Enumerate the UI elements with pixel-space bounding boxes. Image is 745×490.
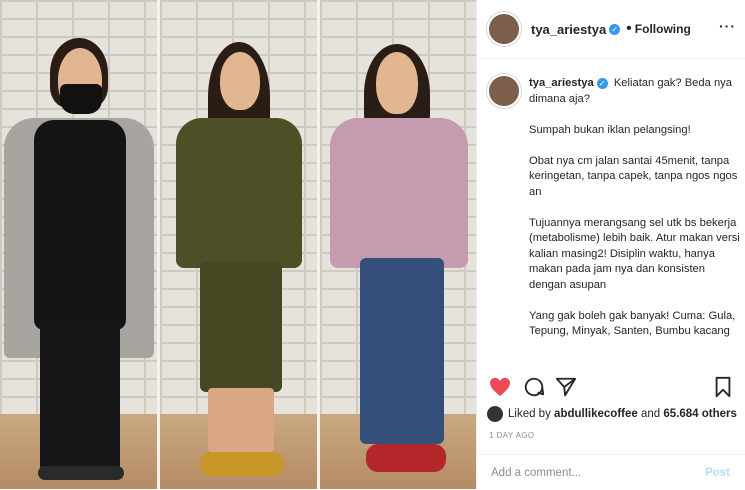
calves — [208, 388, 274, 452]
post-comment-button[interactable]: Post — [705, 467, 730, 479]
verified-badge-icon: ✓ — [596, 78, 608, 89]
avatar[interactable] — [487, 12, 521, 46]
legs — [40, 320, 120, 470]
post-timestamp[interactable]: 1 DAY AGO — [489, 431, 535, 440]
action-bar — [477, 370, 745, 406]
pink-shirt — [330, 118, 468, 268]
caption-block: tya_ariestya ✓ Keliatan gak? Beda nya dim… — [477, 68, 745, 368]
likes-and: and — [640, 408, 661, 420]
caption-body: Keliatan gak? Beda nya dimana aja? Sumpa… — [529, 77, 740, 337]
post-sidebar: tya_ariestya ✓ • Following ··· tya_aries… — [476, 0, 745, 489]
face-mask — [60, 84, 102, 114]
likes-count[interactable]: 65.684 others — [663, 408, 737, 420]
likes-prefix: Liked by — [508, 408, 551, 420]
verified-badge-icon: ✓ — [609, 23, 621, 35]
black-outfit — [34, 120, 126, 330]
jeans — [360, 258, 444, 444]
post-photo[interactable] — [0, 0, 476, 489]
caption-username[interactable]: tya_ariestya — [529, 77, 594, 89]
green-pants — [200, 262, 282, 392]
red-shoes — [366, 444, 446, 472]
heart-icon[interactable] — [487, 374, 513, 400]
more-options-icon[interactable]: ··· — [719, 18, 736, 34]
caption-text: tya_ariestya ✓ Keliatan gak? Beda nya dim… — [529, 76, 741, 340]
caption-avatar[interactable] — [487, 74, 521, 108]
green-top — [176, 118, 302, 268]
comment-icon[interactable] — [521, 374, 547, 400]
face — [220, 52, 260, 110]
likes-line: Liked by abdullikecoffee and 65.684 othe… — [487, 406, 745, 422]
photo-panel-left — [0, 0, 157, 489]
bookmark-icon[interactable] — [710, 374, 736, 400]
shoes — [38, 466, 124, 480]
following-button[interactable]: Following — [635, 22, 691, 36]
comment-box: Post — [477, 454, 745, 490]
post-header: tya_ariestya ✓ • Following ··· — [477, 0, 745, 59]
share-icon[interactable] — [553, 374, 579, 400]
header-username[interactable]: tya_ariestya — [531, 22, 606, 37]
photo-panel-middle — [160, 0, 317, 489]
liker-username[interactable]: abdullikecoffee — [554, 408, 638, 420]
photo-panel-right — [320, 0, 476, 489]
comment-input[interactable] — [489, 465, 693, 480]
face — [376, 52, 418, 114]
yellow-shoes — [200, 452, 284, 476]
liker-avatar[interactable] — [487, 406, 503, 422]
separator-dot: • — [626, 20, 632, 37]
